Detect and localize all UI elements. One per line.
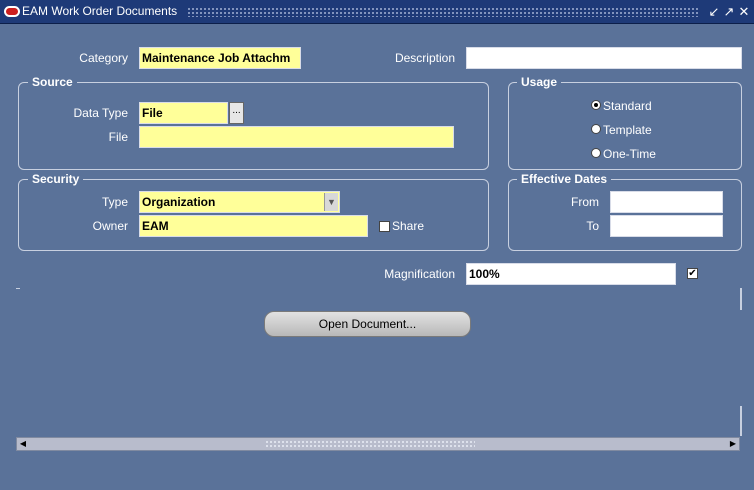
minimize-icon[interactable]: ↙ bbox=[707, 4, 721, 19]
radio-template[interactable] bbox=[591, 124, 601, 134]
scrollbar-thumb[interactable] bbox=[265, 440, 475, 448]
scroll-left-icon[interactable]: ◀ bbox=[18, 439, 28, 449]
security-title: Security bbox=[28, 172, 84, 186]
file-label: File bbox=[108, 130, 128, 144]
horizontal-scrollbar[interactable]: ◀ ▶ bbox=[16, 437, 740, 451]
type-label: Type bbox=[101, 195, 128, 209]
share-label[interactable]: Share bbox=[392, 219, 424, 233]
divider-left bbox=[16, 288, 20, 289]
category-label: Category bbox=[79, 51, 128, 65]
title-bar: EAM Work Order Documents ↙ ↗ ✕ bbox=[0, 0, 754, 24]
file-field[interactable] bbox=[139, 126, 454, 148]
list-of-values-button[interactable]: ... bbox=[229, 102, 244, 124]
from-label: From bbox=[571, 195, 599, 209]
description-label: Description bbox=[394, 51, 455, 65]
radio-standard-label[interactable]: Standard bbox=[603, 99, 652, 113]
open-document-button[interactable]: Open Document... bbox=[264, 311, 471, 337]
data-type-label: Data Type bbox=[73, 106, 128, 120]
magnification-checkbox[interactable]: ✔ bbox=[687, 268, 698, 279]
scroll-right-icon[interactable]: ▶ bbox=[728, 439, 738, 449]
category-field[interactable]: Maintenance Job Attachm bbox=[139, 47, 301, 69]
title-bar-pattern bbox=[187, 7, 700, 17]
magnification-label: Magnification bbox=[384, 267, 455, 281]
from-date-field[interactable] bbox=[610, 191, 723, 213]
to-date-field[interactable] bbox=[610, 215, 723, 237]
divider-right-bottom bbox=[740, 406, 742, 436]
window-title: EAM Work Order Documents bbox=[22, 4, 178, 18]
radio-one-time[interactable] bbox=[591, 148, 601, 158]
radio-one-time-label[interactable]: One-Time bbox=[603, 147, 656, 161]
oracle-logo-icon bbox=[4, 6, 20, 17]
share-checkbox[interactable] bbox=[379, 221, 390, 232]
owner-field[interactable]: EAM bbox=[139, 215, 368, 237]
radio-standard[interactable] bbox=[591, 100, 601, 110]
divider-right-top bbox=[740, 288, 742, 310]
radio-template-label[interactable]: Template bbox=[603, 123, 652, 137]
magnification-field[interactable]: 100% bbox=[466, 263, 676, 285]
close-icon[interactable]: ✕ bbox=[737, 4, 751, 19]
usage-title: Usage bbox=[517, 75, 562, 89]
data-type-field[interactable]: File bbox=[139, 102, 228, 124]
chevron-down-icon[interactable]: ▼ bbox=[324, 193, 338, 211]
type-dropdown-value: Organization bbox=[142, 195, 216, 209]
maximize-icon[interactable]: ↗ bbox=[722, 4, 736, 19]
description-field[interactable] bbox=[466, 47, 742, 69]
source-title: Source bbox=[28, 75, 77, 89]
owner-label: Owner bbox=[92, 219, 128, 233]
type-dropdown[interactable]: Organization ▼ bbox=[139, 191, 340, 213]
to-label: To bbox=[586, 219, 599, 233]
effective-dates-title: Effective Dates bbox=[517, 172, 612, 186]
